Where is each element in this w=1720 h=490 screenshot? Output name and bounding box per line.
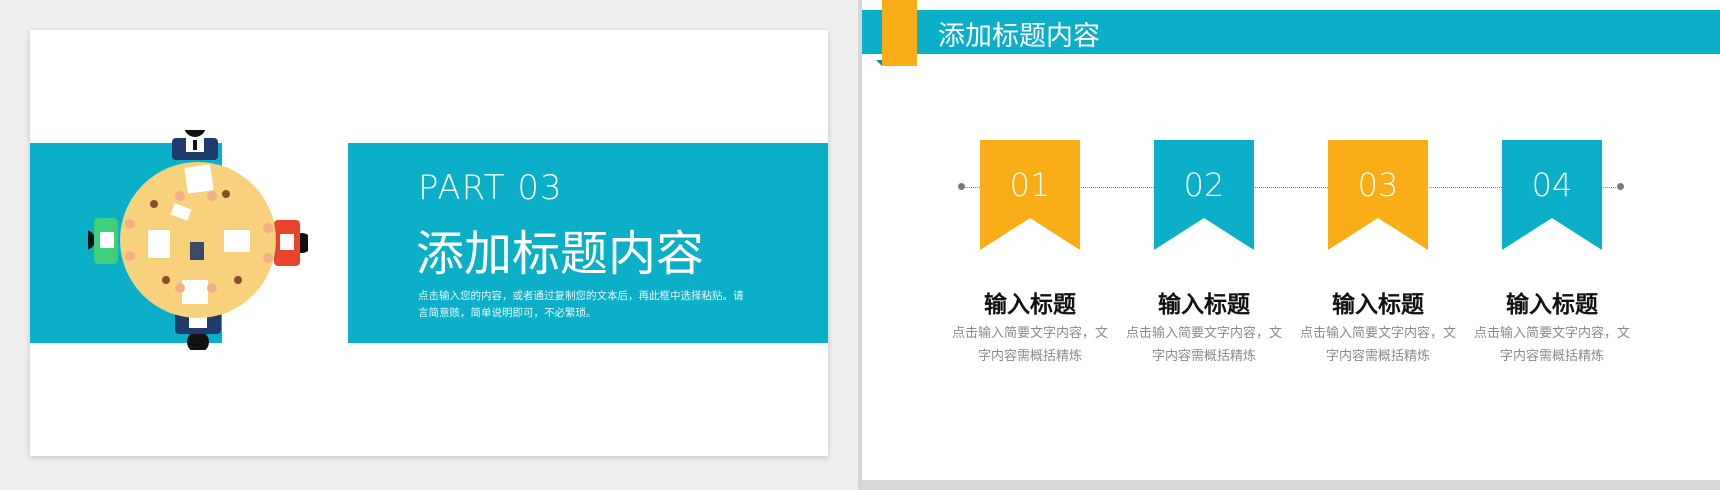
part-label: PART 03 (418, 168, 563, 208)
ribbon-1: 01 (980, 140, 1080, 250)
step-number: 03 (1357, 166, 1399, 204)
ribbon-3: 03 (1328, 140, 1428, 250)
step-description: 点击输入简要文字内容，文字内容需概括精炼 (1473, 326, 1630, 364)
left-slide-canvas: PART 03 添加标题内容 点击输入您的内容，或者通过复制您的文本后，再此框中… (0, 0, 858, 490)
timeline-end-dot (1617, 183, 1624, 190)
step-4[interactable]: 04 输入标题 点击输入简要文字内容，文字内容需概括精炼 (1474, 140, 1630, 364)
section-title: 添加标题内容 (416, 226, 705, 282)
ribbon-4: 04 (1502, 140, 1602, 250)
person-top (172, 130, 218, 160)
step-description: 点击输入简要文字内容，文字内容需概括精炼 (1299, 326, 1456, 364)
step-3[interactable]: 03 输入标题 点击输入简要文字内容，文字内容需概括精炼 (1300, 140, 1456, 364)
step-title: 输入标题 (1332, 292, 1424, 318)
person-right (274, 220, 308, 266)
timeline-start-dot (958, 183, 965, 190)
right-slide-canvas: 添加标题内容 01 输入标题 点击输入简要文字内容，文字内容需概括精炼 02 输… (862, 0, 1720, 490)
step-title: 输入标题 (1506, 292, 1598, 318)
step-title: 输入标题 (984, 292, 1076, 318)
step-description: 点击输入简要文字内容，文字内容需概括精炼 (951, 326, 1108, 364)
person-left (88, 218, 118, 264)
step-description: 点击输入简要文字内容，文字内容需概括精炼 (1125, 326, 1282, 364)
step-1[interactable]: 01 输入标题 点击输入简要文字内容，文字内容需概括精炼 (952, 140, 1108, 364)
section-description: 点击输入您的内容，或者通过复制您的文本后，再此框中选择粘贴。请言简意赅，简单说明… (418, 290, 744, 319)
step-title: 输入标题 (1158, 292, 1250, 318)
section-slide[interactable]: PART 03 添加标题内容 点击输入您的内容，或者通过复制您的文本后，再此框中… (30, 30, 828, 456)
meeting-table-icon (88, 130, 308, 350)
step-2[interactable]: 02 输入标题 点击输入简要文字内容，文字内容需概括精炼 (1126, 140, 1282, 364)
content-slide[interactable]: 添加标题内容 01 输入标题 点击输入简要文字内容，文字内容需概括精炼 02 输… (862, 0, 1720, 480)
step-number: 02 (1183, 166, 1225, 204)
header-title: 添加标题内容 (938, 21, 1100, 52)
step-number: 01 (1009, 166, 1051, 204)
step-number: 04 (1531, 166, 1573, 204)
bottom-strip (862, 480, 1720, 490)
ribbon-2: 02 (1154, 140, 1254, 250)
header-accent-tab (882, 0, 917, 66)
